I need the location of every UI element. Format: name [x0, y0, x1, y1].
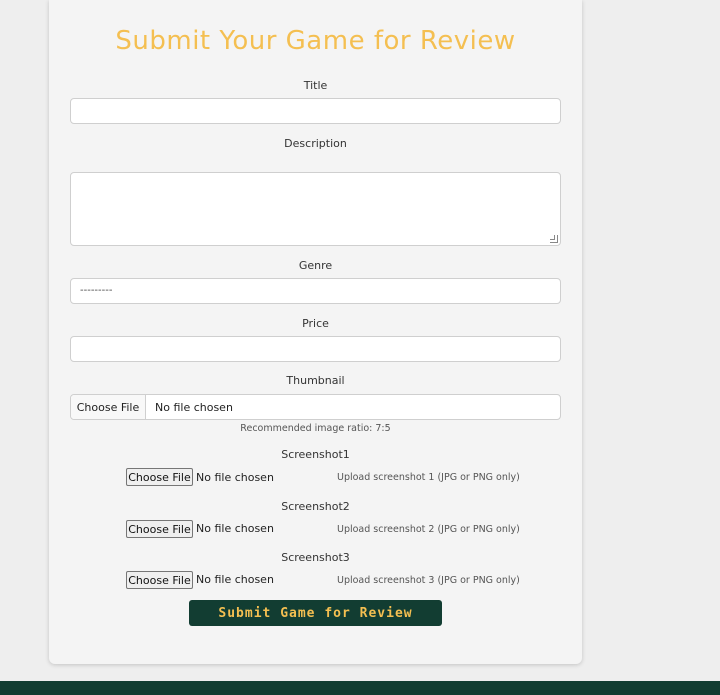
screenshot3-label: Screenshot3: [281, 551, 350, 564]
description-textarea[interactable]: [70, 172, 561, 246]
screenshot2-choose-file-button[interactable]: Choose File: [126, 520, 193, 538]
screenshot3-file-status: No file chosen: [196, 573, 274, 586]
screenshot2-file-status: No file chosen: [196, 522, 274, 535]
screenshot1-hint: Upload screenshot 1 (JPG or PNG only): [337, 472, 520, 483]
title-input[interactable]: [70, 98, 561, 124]
genre-selected-value: ---------: [80, 285, 113, 296]
thumbnail-choose-file-button[interactable]: Choose File: [71, 395, 146, 419]
screenshot1-file-status: No file chosen: [196, 471, 274, 484]
screenshot3-hint: Upload screenshot 3 (JPG or PNG only): [337, 575, 520, 586]
genre-label: Genre: [298, 259, 333, 272]
thumbnail-label: Thumbnail: [286, 374, 345, 387]
thumbnail-file-status: No file chosen: [155, 400, 233, 414]
price-input[interactable]: [70, 336, 561, 362]
submit-game-button[interactable]: Submit Game for Review: [189, 600, 442, 626]
resize-handle-icon[interactable]: [550, 235, 558, 243]
footer-bar: [0, 681, 720, 695]
screenshot1-choose-file-button[interactable]: Choose File: [126, 468, 193, 486]
thumbnail-hint: Recommended image ratio: 7:5: [240, 423, 391, 434]
price-label: Price: [302, 317, 329, 330]
description-label: Description: [284, 137, 347, 150]
genre-select[interactable]: ---------: [70, 278, 561, 304]
page-title: Submit Your Game for Review: [115, 26, 516, 56]
submit-game-form: Submit Your Game for Review Title Descri…: [49, 0, 582, 664]
screenshot1-label: Screenshot1: [281, 448, 350, 461]
title-label: Title: [303, 79, 328, 92]
screenshot2-hint: Upload screenshot 2 (JPG or PNG only): [337, 524, 520, 535]
thumbnail-file-input[interactable]: Choose File No file chosen: [70, 394, 561, 420]
screenshot3-choose-file-button[interactable]: Choose File: [126, 571, 193, 589]
screenshot2-label: Screenshot2: [281, 500, 350, 513]
